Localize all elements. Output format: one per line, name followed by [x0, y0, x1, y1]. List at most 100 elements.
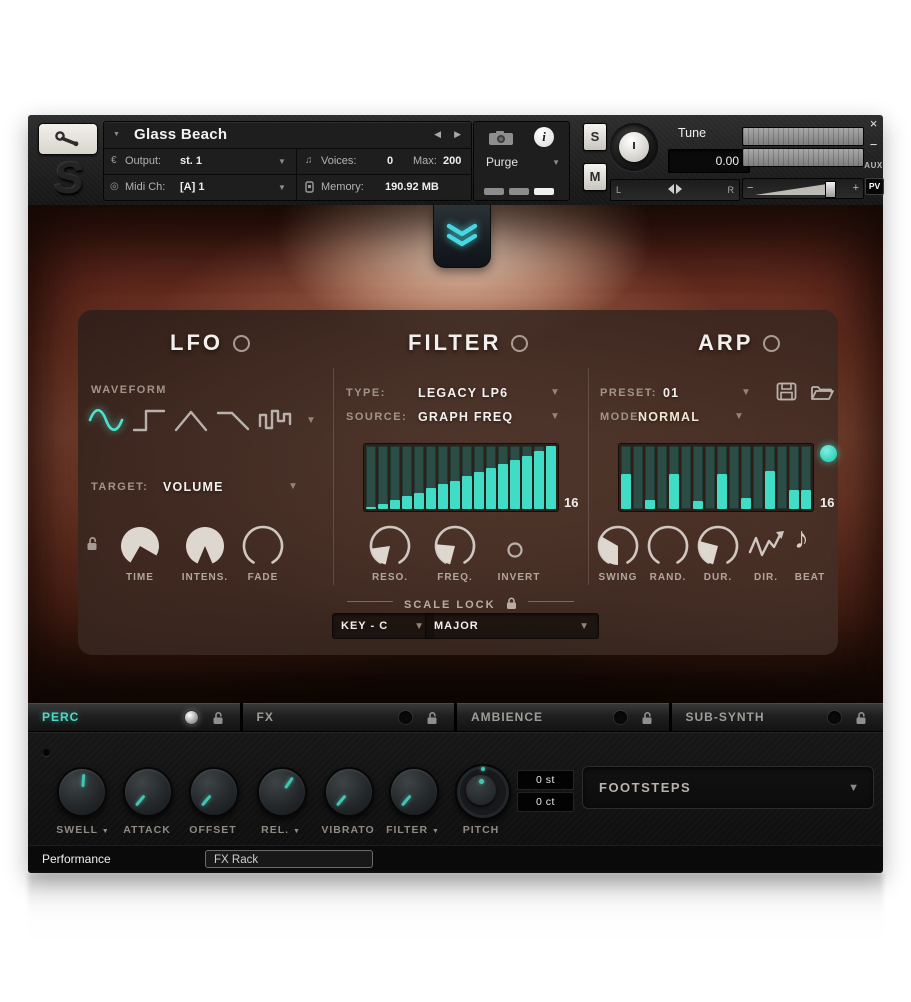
arp-mode-value[interactable]: NORMAL: [638, 410, 700, 424]
graph-step-bar[interactable]: [633, 446, 643, 509]
graph-step-bar[interactable]: [426, 446, 436, 509]
close-button[interactable]: ×: [864, 116, 883, 131]
arp-graph[interactable]: [618, 443, 814, 512]
tab-perc[interactable]: PERC: [28, 703, 240, 731]
arp-load-folder-icon[interactable]: [810, 383, 835, 401]
info-icon[interactable]: i: [534, 127, 554, 147]
graph-step-bar[interactable]: [729, 446, 739, 509]
volume-plus[interactable]: +: [853, 179, 859, 198]
output-dropdown-icon[interactable]: ▼: [278, 157, 286, 166]
filter-type-value[interactable]: LEGACY LP6: [418, 386, 508, 400]
graph-step-bar[interactable]: [669, 446, 679, 509]
filter-dropdown-icon[interactable]: ▼: [432, 828, 440, 835]
minimize-button[interactable]: −: [864, 137, 883, 152]
instrument-name[interactable]: Glass Beach: [134, 126, 227, 143]
lfo-fade-knob[interactable]: [241, 524, 285, 568]
tab-fx[interactable]: FX: [243, 703, 455, 731]
pan-handle[interactable]: [668, 182, 682, 196]
volume-minus[interactable]: −: [747, 179, 753, 198]
lfo-time-knob[interactable]: [118, 524, 162, 568]
next-instrument-icon[interactable]: ▶: [454, 129, 461, 140]
filter-invert-toggle[interactable]: [493, 532, 537, 576]
filter-enable-indicator[interactable]: [511, 335, 528, 352]
snapshot-camera-icon[interactable]: [488, 130, 514, 146]
graph-step-bar[interactable]: [402, 446, 412, 509]
graph-step-bar[interactable]: [414, 446, 424, 509]
arp-direction-icon[interactable]: [746, 528, 786, 564]
scale-lock-icon[interactable]: [506, 597, 517, 610]
arp-enable-indicator[interactable]: [763, 335, 780, 352]
graph-step-bar[interactable]: [765, 446, 775, 509]
filter-source-value[interactable]: GRAPH FREQ: [418, 410, 513, 424]
graph-step-bar[interactable]: [366, 446, 376, 509]
tune-value[interactable]: 0.00: [668, 149, 750, 173]
graph-step-bar[interactable]: [789, 446, 799, 509]
graph-step-bar[interactable]: [705, 446, 715, 509]
arp-beat-note-icon[interactable]: ♪: [794, 522, 809, 556]
pv-button[interactable]: PV: [865, 178, 884, 195]
waveform-sine-icon[interactable]: [86, 404, 126, 436]
edit-wrench-button[interactable]: [38, 123, 98, 155]
graph-step-bar[interactable]: [390, 446, 400, 509]
graph-step-bar[interactable]: [753, 446, 763, 509]
filter-source-dropdown-icon[interactable]: ▼: [550, 411, 560, 422]
graph-step-bar[interactable]: [522, 446, 532, 509]
arp-preset-dropdown-icon[interactable]: ▼: [741, 387, 751, 398]
key-select[interactable]: KEY - C ▼: [332, 613, 434, 639]
tab-sub-synth-lock-icon[interactable]: [855, 711, 867, 725]
vibrato-knob[interactable]: [324, 767, 374, 817]
graph-step-bar[interactable]: [474, 446, 484, 509]
swell-dropdown-icon[interactable]: ▼: [102, 828, 110, 835]
midi-dropdown-icon[interactable]: ▼: [278, 183, 286, 192]
lfo-lock-icon[interactable]: [86, 536, 98, 551]
graph-step-bar[interactable]: [450, 446, 460, 509]
attack-knob[interactable]: [123, 767, 173, 817]
purge-dropdown-icon[interactable]: ▼: [552, 158, 560, 167]
arp-save-icon[interactable]: [776, 382, 797, 401]
target-dropdown-icon[interactable]: ▼: [288, 481, 298, 492]
tab-sub-synth-indicator[interactable]: [828, 711, 841, 724]
tab-sub-synth[interactable]: SUB-SYNTH: [672, 703, 884, 731]
tab-perc-lock-icon[interactable]: [212, 711, 224, 725]
filter-type-dropdown-icon[interactable]: ▼: [550, 387, 560, 398]
target-value[interactable]: VOLUME: [163, 480, 224, 494]
lfo-enable-indicator[interactable]: [233, 335, 250, 352]
lfo-intensity-knob[interactable]: [183, 524, 227, 568]
graph-step-bar[interactable]: [621, 446, 631, 509]
aux-button[interactable]: aux: [864, 161, 883, 170]
filter-frequency-knob[interactable]: [433, 524, 477, 568]
graph-step-bar[interactable]: [534, 446, 544, 509]
arp-preset-value[interactable]: 01: [663, 386, 679, 400]
filter-graph[interactable]: [363, 443, 559, 512]
solo-button[interactable]: S: [583, 123, 607, 151]
tab-fx-lock-icon[interactable]: [426, 711, 438, 725]
tab-fx-indicator[interactable]: [399, 711, 412, 724]
tab-ambience[interactable]: AMBIENCE: [457, 703, 669, 731]
midi-value[interactable]: [A] 1: [180, 181, 204, 193]
release-knob[interactable]: [257, 767, 307, 817]
scale-select[interactable]: MAJOR ▼: [425, 613, 599, 639]
arp-duration-knob[interactable]: [696, 524, 740, 568]
graph-step-bar[interactable]: [801, 446, 811, 509]
graph-step-bar[interactable]: [693, 446, 703, 509]
tune-knob[interactable]: [610, 123, 658, 171]
pitch-knob[interactable]: [455, 764, 511, 820]
graph-step-bar[interactable]: [645, 446, 655, 509]
volume-slider[interactable]: − +: [742, 178, 864, 199]
fx-rack-page-tab[interactable]: FX Rack: [205, 850, 373, 868]
arp-random-knob[interactable]: [646, 524, 690, 568]
waveform-triangle-icon[interactable]: [172, 404, 210, 436]
output-value[interactable]: st. 1: [180, 155, 202, 167]
graph-step-bar[interactable]: [378, 446, 388, 509]
articulation-select[interactable]: FOOTSTEPS ▼: [582, 766, 874, 809]
purge-label[interactable]: Purge: [486, 155, 518, 169]
waveform-random-icon[interactable]: [256, 404, 296, 436]
arp-mode-dropdown-icon[interactable]: ▼: [734, 411, 744, 422]
graph-step-bar[interactable]: [546, 446, 556, 509]
waveform-dropdown-icon[interactable]: ▼: [306, 415, 316, 426]
volume-handle[interactable]: [825, 181, 836, 198]
collapse-panel-tab[interactable]: [433, 205, 491, 268]
graph-step-bar[interactable]: [657, 446, 667, 509]
graph-step-bar[interactable]: [462, 446, 472, 509]
graph-step-bar[interactable]: [681, 446, 691, 509]
